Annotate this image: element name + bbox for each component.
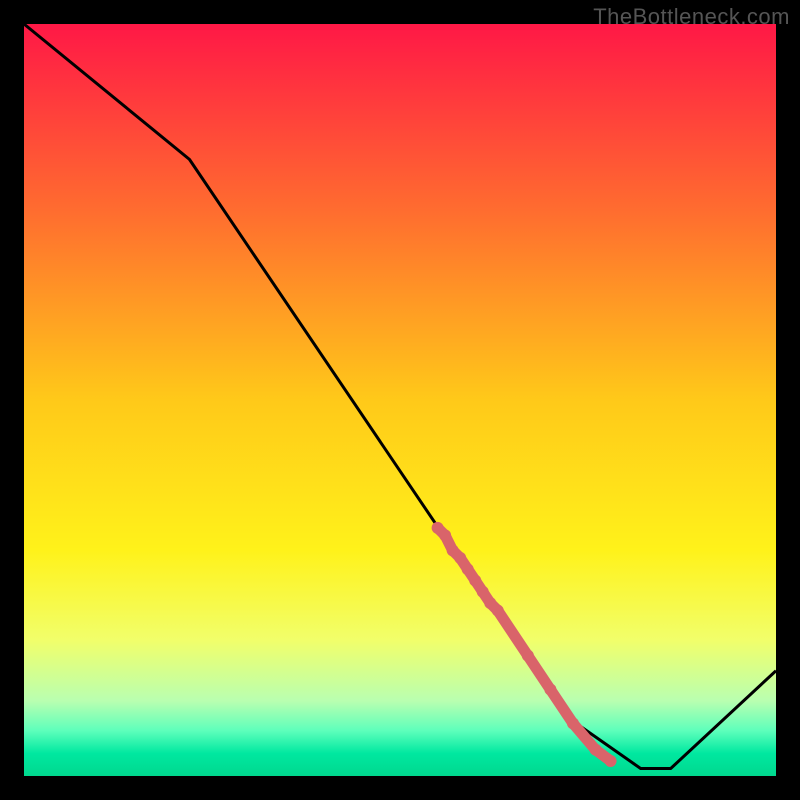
watermark-text: TheBottleneck.com	[593, 4, 790, 30]
data-marker	[462, 563, 474, 575]
chart-background-gradient	[24, 24, 776, 776]
data-marker	[590, 744, 602, 756]
data-marker	[492, 605, 504, 617]
data-marker	[454, 552, 466, 564]
bottleneck-chart: TheBottleneck.com	[0, 0, 800, 800]
data-marker	[477, 586, 489, 598]
data-marker	[522, 650, 534, 662]
data-marker	[567, 717, 579, 729]
data-marker	[544, 684, 556, 696]
data-marker	[605, 755, 617, 767]
chart-plot-area	[0, 0, 800, 800]
data-marker	[469, 574, 481, 586]
data-marker	[439, 529, 451, 541]
